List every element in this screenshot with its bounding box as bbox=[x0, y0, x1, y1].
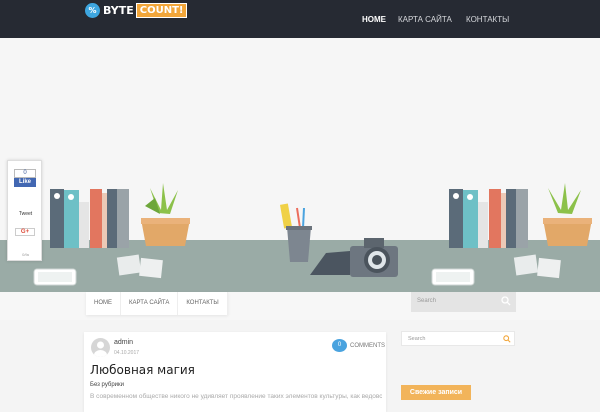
avatar-icon bbox=[91, 338, 110, 357]
post-card: admin 04.10.2017 0 COMMENTS Любовная маг… bbox=[84, 332, 386, 412]
header-search-input[interactable]: Search bbox=[411, 292, 516, 312]
search-icon[interactable] bbox=[503, 335, 511, 343]
post-title[interactable]: Любовная магия bbox=[90, 363, 195, 377]
post-excerpt: В современном обществе никого не удивляе… bbox=[90, 393, 382, 400]
hero-banner: 0 Like Tweet G+ 0/fa bbox=[0, 38, 600, 292]
top-navbar: % BYTE COUNT! HOME КАРТА САЙТА КОНТАКТЫ bbox=[0, 0, 600, 38]
sidebar-search-input[interactable]: Search bbox=[401, 331, 515, 346]
facebook-like-count: 0 bbox=[14, 169, 36, 178]
header-search-placeholder: Search bbox=[417, 298, 437, 304]
post-category[interactable]: Без рубрики bbox=[90, 382, 124, 388]
google-plus-count: 0/fa bbox=[22, 252, 29, 257]
nav-item-home[interactable]: HOME bbox=[362, 15, 386, 24]
logo-text-count: COUNT! bbox=[135, 2, 188, 18]
facebook-like-button[interactable]: Like bbox=[14, 178, 36, 187]
subnav-item-contacts[interactable]: КОНТАКТЫ bbox=[178, 292, 228, 315]
logo-icon: % bbox=[85, 2, 100, 18]
nav-item-contacts[interactable]: КОНТАКТЫ bbox=[466, 15, 509, 24]
tweet-button[interactable]: Tweet bbox=[8, 211, 43, 217]
recent-posts-widget-title: Свежие записи bbox=[401, 385, 471, 400]
search-icon[interactable] bbox=[501, 296, 511, 306]
desk-illustration bbox=[0, 183, 600, 292]
social-share-box: 0 Like Tweet G+ 0/fa bbox=[7, 160, 42, 261]
secondary-nav: HOME КАРТА САЙТА КОНТАКТЫ bbox=[86, 292, 228, 315]
site-logo[interactable]: % BYTE COUNT! bbox=[85, 2, 188, 18]
google-plus-button[interactable]: G+ bbox=[15, 228, 35, 236]
comments-label[interactable]: COMMENTS bbox=[350, 343, 385, 349]
subnav-item-sitemap[interactable]: КАРТА САЙТА bbox=[121, 292, 179, 315]
post-author[interactable]: admin bbox=[114, 339, 133, 346]
post-date: 04.10.2017 bbox=[114, 350, 140, 356]
logo-text-byte: BYTE bbox=[103, 3, 134, 17]
sidebar-search-placeholder: Search bbox=[408, 336, 426, 342]
nav-item-sitemap[interactable]: КАРТА САЙТА bbox=[398, 15, 452, 24]
subnav-item-home[interactable]: HOME bbox=[86, 292, 121, 315]
comments-count-badge[interactable]: 0 bbox=[332, 339, 347, 352]
